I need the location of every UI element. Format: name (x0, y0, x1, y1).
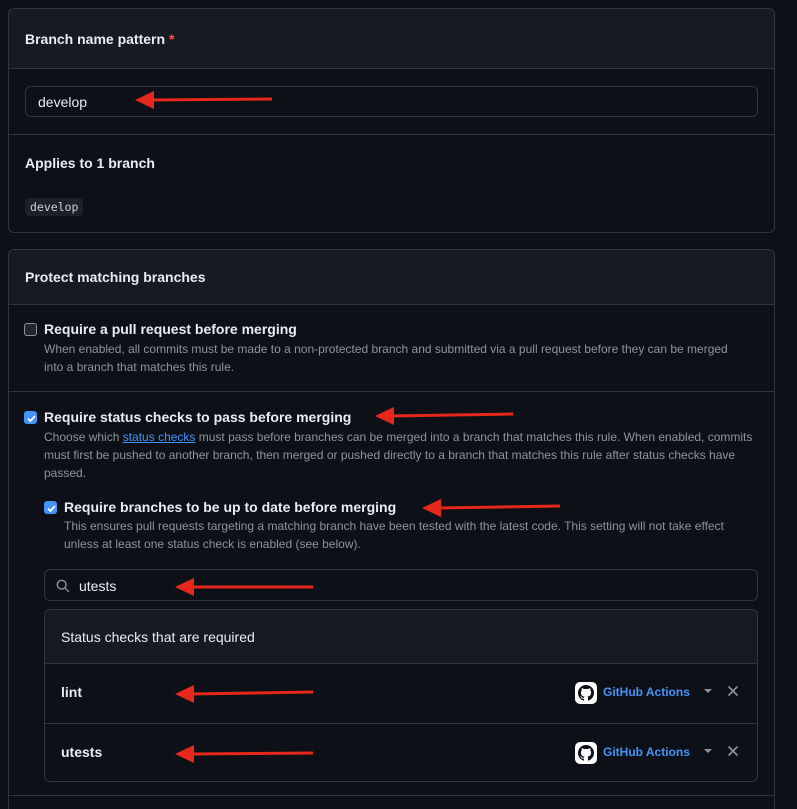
chevron-down-icon[interactable] (704, 749, 712, 753)
close-icon[interactable] (726, 684, 740, 698)
required-checks-box: Status checks that are required lint Git… (44, 609, 758, 782)
chevron-down-icon[interactable] (704, 689, 712, 693)
branch-pattern-box: Branch name pattern * Applies to 1 branc… (8, 8, 775, 233)
branch-pattern-label: Branch name pattern (25, 30, 166, 47)
required-checks-header: Status checks that are required (45, 610, 757, 664)
branch-pattern-input[interactable] (25, 86, 758, 117)
required-check-row: lint GitHub Actions (45, 664, 757, 723)
status-checks-description: Choose which status checks must pass bef… (44, 428, 756, 482)
check-app-name[interactable]: GitHub Actions (603, 685, 690, 699)
branch-pattern-header: Branch name pattern * (9, 9, 774, 69)
close-icon[interactable] (726, 744, 740, 758)
status-checks-desc-before: Choose which (44, 430, 123, 444)
protect-header: Protect matching branches (9, 250, 774, 305)
applies-title: Applies to 1 branch (25, 155, 155, 171)
status-check-search[interactable] (44, 569, 758, 602)
branch-pattern-input-section (9, 69, 774, 135)
pull-request-checkbox[interactable] (24, 323, 37, 336)
status-check-search-input[interactable] (77, 570, 741, 602)
branch-chip: develop (25, 198, 84, 216)
check-icon (27, 415, 36, 423)
required-marker: * (169, 30, 175, 47)
up-to-date-title: Require branches to be up to date before… (64, 499, 397, 515)
pull-request-description: When enabled, all commits must be made t… (44, 342, 728, 374)
required-check-row: utests GitHub Actions (45, 723, 757, 782)
check-app-name[interactable]: GitHub Actions (603, 745, 690, 759)
protect-title: Protect matching branches (25, 269, 206, 285)
pull-request-title: Require a pull request before merging (44, 321, 297, 337)
check-icon (47, 505, 56, 513)
status-checks-checkbox[interactable] (24, 411, 37, 424)
github-logo-icon (575, 742, 597, 764)
protect-box-bottom-divider (8, 795, 775, 796)
status-checks-title: Require status checks to pass before mer… (44, 409, 352, 425)
github-logo-icon (575, 682, 597, 704)
up-to-date-checkbox[interactable] (44, 501, 57, 514)
search-icon (56, 579, 70, 593)
check-name: utests (61, 744, 103, 760)
applies-section: Applies to 1 branch develop (9, 135, 774, 232)
up-to-date-description: This ensures pull requests targeting a m… (64, 519, 724, 551)
check-name: lint (61, 684, 82, 700)
status-checks-link[interactable]: status checks (123, 430, 196, 444)
